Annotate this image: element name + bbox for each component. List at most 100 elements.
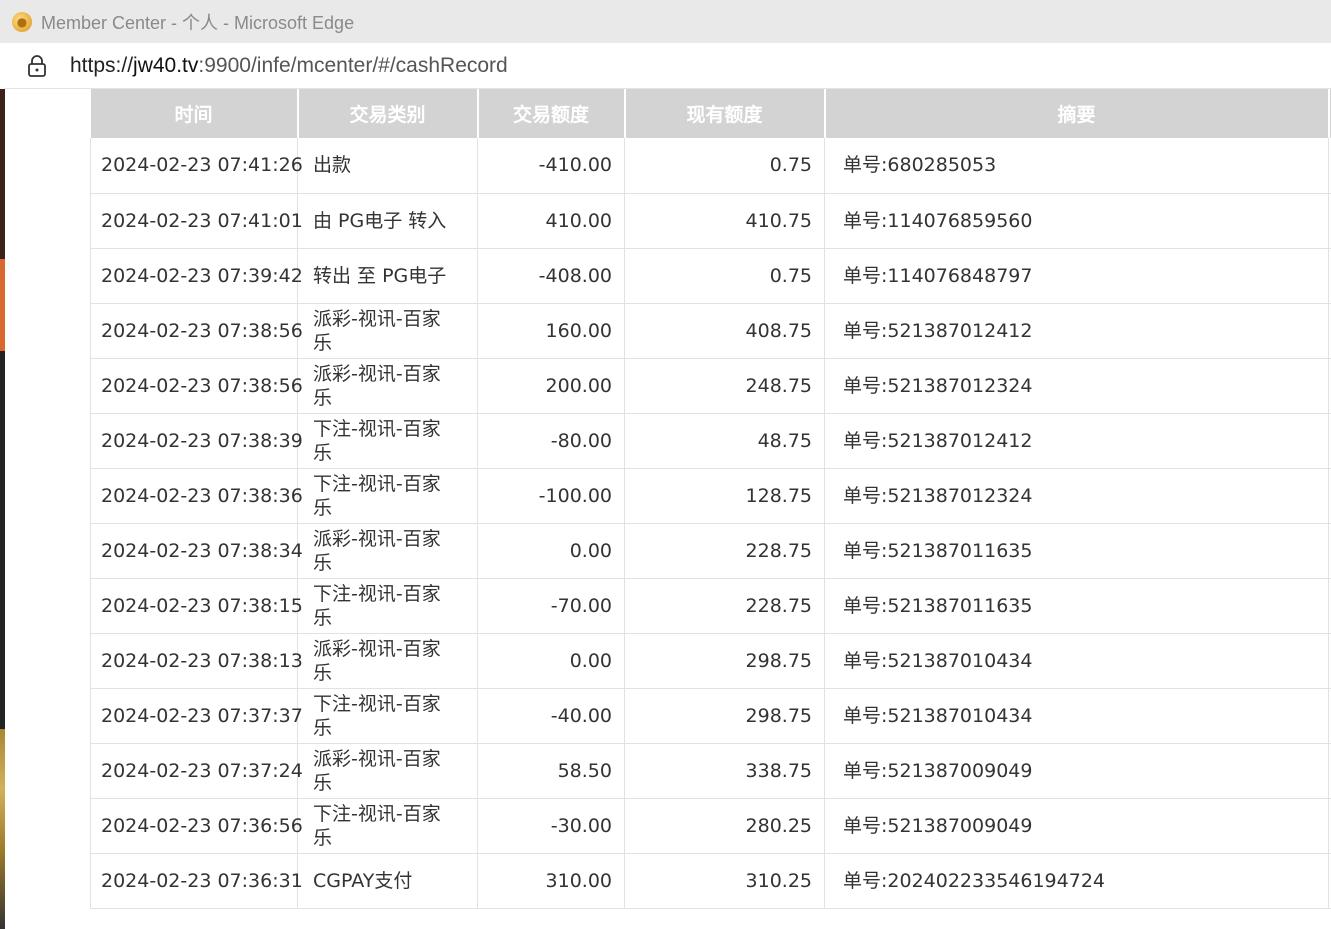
- cell-amount: -408.00: [477, 248, 625, 304]
- table-row: 2024-02-23 07:36:56 下注-视讯-百家乐 -30.00 280.25…: [90, 798, 1331, 854]
- cell-time: 2024-02-23 07:38:39: [90, 413, 303, 469]
- cell-summary: 单号:114076848797: [824, 248, 1329, 304]
- cell-amount: -70.00: [477, 578, 625, 634]
- cell-amount: 58.50: [477, 743, 625, 799]
- cell-amount: 410.00: [477, 193, 625, 249]
- lock-icon[interactable]: [26, 54, 48, 78]
- cell-summary: 单号:521387010434: [824, 633, 1329, 689]
- cell-summary: 单号:114076859560: [824, 193, 1329, 249]
- table-row: 2024-02-23 07:39:42 转出 至 PG电子 -408.00 0.75 单…: [90, 248, 1331, 304]
- cell-time: 2024-02-23 07:41:01: [90, 193, 303, 249]
- cell-time: 2024-02-23 07:38:13: [90, 633, 303, 689]
- cell-type: 派彩-视讯-百家乐: [297, 303, 478, 359]
- cell-type: 转出 至 PG电子: [297, 248, 478, 304]
- cell-time: 2024-02-23 07:37:24: [90, 743, 303, 799]
- url-text[interactable]: https://jw40.tv:9900/infe/mcenter/#/cash…: [70, 54, 508, 78]
- cell-summary: 单号:521387012324: [824, 358, 1329, 414]
- cell-summary: 单号:680285053: [824, 138, 1329, 194]
- cell-type: 下注-视讯-百家乐: [297, 468, 478, 524]
- cell-type: 下注-视讯-百家乐: [297, 688, 478, 744]
- header-amount: 交易额度: [477, 89, 626, 138]
- cell-balance: 408.75: [624, 303, 825, 359]
- cell-amount: -410.00: [477, 138, 625, 194]
- cell-type: 派彩-视讯-百家乐: [297, 743, 478, 799]
- cell-amount: 160.00: [477, 303, 625, 359]
- cell-summary: 单号:521387009049: [824, 743, 1329, 799]
- cell-type: 派彩-视讯-百家乐: [297, 523, 478, 579]
- table-row: 2024-02-23 07:38:13 派彩-视讯-百家乐 0.00 298.75 单号…: [90, 633, 1331, 689]
- table-row: 2024-02-23 07:41:26 出款 -410.00 0.75 单号:68028…: [90, 138, 1331, 194]
- cell-balance: 228.75: [624, 523, 825, 579]
- cell-balance: 338.75: [624, 743, 825, 799]
- header-type: 交易类别: [297, 89, 479, 138]
- table-row: 2024-02-23 07:38:15 下注-视讯-百家乐 -70.00 228.75…: [90, 578, 1331, 634]
- cell-balance: 0.75: [624, 138, 825, 194]
- cell-balance: 298.75: [624, 633, 825, 689]
- favicon-icon: ●: [12, 11, 32, 32]
- cell-balance: 298.75: [624, 688, 825, 744]
- cell-summary: 单号:521387009049: [824, 798, 1329, 854]
- cell-balance: 410.75: [624, 193, 825, 249]
- cell-balance: 48.75: [624, 413, 825, 469]
- cell-balance: 228.75: [624, 578, 825, 634]
- cell-summary: 单号:521387011635: [824, 523, 1329, 579]
- cell-time: 2024-02-23 07:36:56: [90, 798, 303, 854]
- table-row: 2024-02-23 07:38:56 派彩-视讯-百家乐 160.00 408.75…: [90, 303, 1331, 359]
- cell-time: 2024-02-23 07:38:56: [90, 303, 303, 359]
- table-row: 2024-02-23 07:37:24 派彩-视讯-百家乐 58.50 338.75 单…: [90, 743, 1331, 799]
- cell-type: 下注-视讯-百家乐: [297, 578, 478, 634]
- header-time: 时间: [90, 89, 299, 138]
- url-scheme: https://: [70, 53, 134, 77]
- cell-time: 2024-02-23 07:37:37: [90, 688, 303, 744]
- cell-time: 2024-02-23 07:41:26: [90, 138, 303, 194]
- table-row: 2024-02-23 07:37:37 下注-视讯-百家乐 -40.00 298.75…: [90, 688, 1331, 744]
- table-header-row: 时间 交易类别 交易额度 现有额度 摘要: [90, 89, 1331, 138]
- cell-amount: 0.00: [477, 633, 625, 689]
- cell-summary: 单号:521387011635: [824, 578, 1329, 634]
- cell-summary: 单号:521387012412: [824, 413, 1329, 469]
- cell-amount: 0.00: [477, 523, 625, 579]
- browser-window: ● Member Center - 个人 - Microsoft Edge ht…: [0, 0, 1331, 929]
- cell-balance: 310.25: [624, 853, 825, 909]
- cell-balance: 128.75: [624, 468, 825, 524]
- cell-type: CGPAY支付: [297, 853, 478, 909]
- cell-amount: 310.00: [477, 853, 625, 909]
- cell-balance: 248.75: [624, 358, 825, 414]
- background-strip: [0, 89, 5, 929]
- cell-amount: -80.00: [477, 413, 625, 469]
- table-row: 2024-02-23 07:38:34 派彩-视讯-百家乐 0.00 228.75 单号…: [90, 523, 1331, 579]
- cell-amount: -40.00: [477, 688, 625, 744]
- header-balance: 现有额度: [624, 89, 826, 138]
- cell-amount: -100.00: [477, 468, 625, 524]
- cell-type: 派彩-视讯-百家乐: [297, 633, 478, 689]
- cell-summary: 单号:521387012324: [824, 468, 1329, 524]
- cell-amount: 200.00: [477, 358, 625, 414]
- url-host: jw40.tv: [133, 53, 199, 77]
- cell-time: 2024-02-23 07:36:31: [90, 853, 303, 909]
- url-path: :9900/infe/mcenter/#/cashRecord: [198, 53, 508, 77]
- cell-summary: 单号:521387010434: [824, 688, 1329, 744]
- cell-summary: 单号:202402233546194724: [824, 853, 1329, 909]
- table-row: 2024-02-23 07:41:01 由 PG电子 转入 410.00 410.75…: [90, 193, 1331, 249]
- table-row: 2024-02-23 07:38:39 下注-视讯-百家乐 -80.00 48.75 单…: [90, 413, 1331, 469]
- cell-type: 派彩-视讯-百家乐: [297, 358, 478, 414]
- cell-balance: 280.25: [624, 798, 825, 854]
- cell-type: 由 PG电子 转入: [297, 193, 478, 249]
- cell-type: 下注-视讯-百家乐: [297, 413, 478, 469]
- cash-record-table: 时间 交易类别 交易额度 现有额度 摘要 2024-02-23 07:41:26…: [90, 89, 1331, 909]
- table-row: 2024-02-23 07:38:36 下注-视讯-百家乐 -100.00 128.7…: [90, 468, 1331, 524]
- table-row: 2024-02-23 07:38:56 派彩-视讯-百家乐 200.00 248.75…: [90, 358, 1331, 414]
- cash-record-table-container: 时间 交易类别 交易额度 现有额度 摘要 2024-02-23 07:41:26…: [90, 89, 1331, 929]
- cell-amount: -30.00: [477, 798, 625, 854]
- cell-summary: 单号:521387012412: [824, 303, 1329, 359]
- cell-time: 2024-02-23 07:38:34: [90, 523, 303, 579]
- cell-time: 2024-02-23 07:38:56: [90, 358, 303, 414]
- cell-type: 下注-视讯-百家乐: [297, 798, 478, 854]
- table-row: 2024-02-23 07:36:31 CGPAY支付 310.00 310.25 单号…: [90, 853, 1331, 909]
- address-bar[interactable]: https://jw40.tv:9900/infe/mcenter/#/cash…: [4, 43, 1331, 89]
- cell-time: 2024-02-23 07:38:36: [90, 468, 303, 524]
- header-summary: 摘要: [824, 89, 1330, 138]
- title-bar: ● Member Center - 个人 - Microsoft Edge: [0, 0, 1331, 43]
- cell-time: 2024-02-23 07:39:42: [90, 248, 303, 304]
- window-title: Member Center - 个人 - Microsoft Edge: [41, 12, 355, 33]
